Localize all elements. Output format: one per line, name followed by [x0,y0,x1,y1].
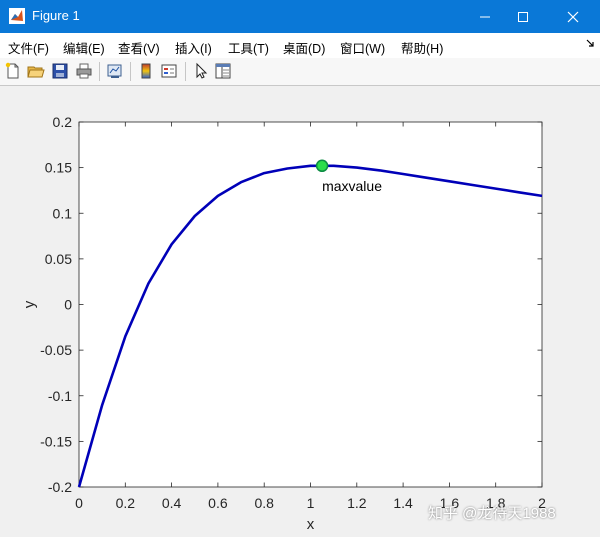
y-tick-label: -0.2 [48,479,72,495]
y-tick-label: -0.15 [40,433,72,449]
close-icon [567,11,579,22]
x-tick-label: 1.4 [393,495,413,511]
y-tick-label: 0.2 [53,114,73,130]
x-tick-label: 0 [75,495,83,511]
y-axis-label: y [21,300,38,308]
toolbar-separator [99,62,100,81]
x-tick-label: 0.8 [254,495,274,511]
y-tick-label: 0 [64,297,72,313]
y-tick-label: -0.1 [48,388,72,404]
menu-desktop[interactable]: 桌面(D) [283,38,325,57]
menu-help[interactable]: 帮助(H) [401,38,443,57]
max-marker [315,159,329,173]
minimize-icon [480,16,490,17]
plot-svg[interactable]: 0 0.2 0.4 0.6 0.8 1 1.2 1.4 1.6 1.8 2-0.2-0.15-0.1… [0,86,600,537]
y-tick-label: 0.15 [45,160,72,176]
menu-file[interactable]: 文件(F) [8,38,49,57]
axes-box[interactable] [78,121,543,488]
window-titlebar[interactable]: Figure 1 [0,0,600,33]
menu-bar: 文件(F) 编辑(E) 查看(V) 插入(I) 工具(T) 桌面(D) 窗口(W… [0,33,600,59]
maximize-button[interactable] [500,0,546,33]
matlab-icon [9,8,25,24]
watermark-text: 知乎 @龙待天1988 [428,505,556,522]
menu-edit[interactable]: 编辑(E) [63,38,105,57]
maximize-icon [518,11,528,22]
x-tick-label: 1.2 [347,495,367,511]
close-button[interactable] [550,0,596,33]
max-annotation: maxvalue [322,178,382,194]
print-icon[interactable] [75,62,93,80]
y-tick-label: -0.05 [40,342,72,358]
menu-window[interactable]: 窗口(W) [340,38,385,57]
menu-view[interactable]: 查看(V) [118,38,160,57]
menu-tools[interactable]: 工具(T) [228,38,269,57]
toolbar-separator [130,62,131,81]
figure-toolbar [0,58,600,86]
new-figure-icon[interactable] [4,62,22,80]
x-tick-label: 0.2 [116,495,136,511]
legend-icon[interactable] [160,62,178,80]
colorbar-icon[interactable] [137,62,155,80]
menu-insert[interactable]: 插入(I) [175,38,212,57]
y-tick-label: 0.05 [45,251,72,267]
property-inspector-icon[interactable] [214,62,232,80]
x-axis-label: x [307,516,315,533]
save-icon[interactable] [51,62,69,80]
open-file-icon[interactable] [27,62,45,80]
y-tick-label: 0.1 [53,205,73,221]
dock-arrow-icon[interactable] [586,39,594,47]
window-title: Figure 1 [32,8,80,23]
edit-plot-icon[interactable] [192,62,210,80]
x-tick-label: 1 [307,495,315,511]
toolbar-separator [185,62,186,81]
x-tick-label: 0.4 [162,495,182,511]
link-plot-icon[interactable] [106,62,124,80]
x-tick-label: 0.6 [208,495,228,511]
